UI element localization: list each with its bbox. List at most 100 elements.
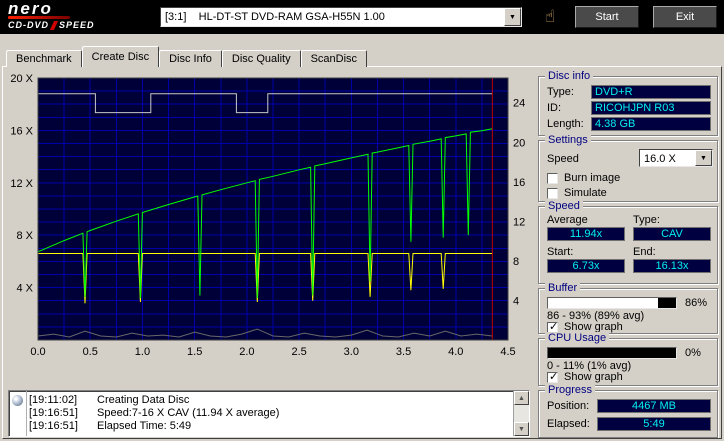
speed-select[interactable]: 16.0 X ▼ <box>639 149 713 167</box>
x-axis-label: 2.5 <box>291 346 306 358</box>
elapsed-value: 5:49 <box>597 417 711 431</box>
logo-cd-dvd-text: CD-DVD <box>8 20 49 30</box>
right-axis-label: 24 <box>513 98 525 110</box>
speed-stats-title: Speed <box>545 200 583 212</box>
burn-image-label: Burn image <box>564 172 621 184</box>
disc-type-label: Type: <box>547 86 574 98</box>
settings-title: Settings <box>545 134 591 146</box>
position-row: Position: 4467 MB <box>547 399 711 413</box>
chevron-down-icon: ▼ <box>700 154 707 162</box>
nero-logo-subtitle: CD-DVD SPEED <box>8 20 95 30</box>
burn-disc-icon <box>12 395 23 406</box>
progress-panel: Progress Position: 4467 MB Elapsed: 5:49 <box>538 384 718 438</box>
end-speed-value: 16.13x <box>633 259 711 273</box>
log-entry-text: Elapsed Time: 5:49 <box>97 420 192 432</box>
burn-image-row: Burn image <box>547 172 620 184</box>
buffer-panel: Buffer 86% 86 - 93% (89% avg) Show graph <box>538 282 718 334</box>
log-lines: [19:11:02] Creating Data Disc [19:16:51]… <box>29 394 512 433</box>
left-axis-label: 8 X <box>16 230 33 242</box>
disc-id-row: ID: RICOHJPN R03 <box>547 101 711 115</box>
disc-id-value: RICOHJPN R03 <box>591 101 711 115</box>
nero-logo-text: nero <box>8 0 53 18</box>
eject-hand-button[interactable]: ☝ <box>536 4 564 30</box>
right-axis-label: 4 <box>513 295 519 307</box>
average-value: 11.94x <box>547 227 625 241</box>
exit-button[interactable]: Exit <box>653 6 717 28</box>
end-speed-label: End: <box>633 246 656 258</box>
right-axis-label: 12 <box>513 216 525 228</box>
right-axis-label: 16 <box>513 177 525 189</box>
buffer-progress-fill <box>548 298 659 308</box>
logo-speed-text: SPEED <box>59 20 95 30</box>
cpu-show-graph-checkbox[interactable] <box>547 370 558 383</box>
title-bar: nero CD-DVD SPEED [3:1] HL-DT-ST DVD-RAM… <box>0 0 724 34</box>
simulate-label: Simulate <box>564 187 607 199</box>
left-axis-label: 12 X <box>10 178 33 190</box>
simulate-row: Simulate <box>547 187 607 199</box>
log-entry: [19:16:51] Elapsed Time: 5:49 <box>29 420 512 433</box>
settings-panel: Settings Speed 16.0 X ▼ Burn image Simul… <box>538 134 718 202</box>
speed-chart: 20 X 16 X 12 X 8 X 4 X 24 20 16 12 8 4 0.0 0.5 1.0 1.5… <box>6 70 530 370</box>
buffer-progress-bar <box>547 297 677 309</box>
log-entry-text: Speed:7-16 X CAV (11.94 X average) <box>97 407 280 419</box>
log-entry-text: Creating Data Disc <box>97 394 190 406</box>
position-label: Position: <box>547 400 590 412</box>
start-speed-label: Start: <box>547 246 574 258</box>
scroll-down-button[interactable]: ▼ <box>514 422 529 436</box>
x-axis-label: 4.0 <box>448 346 463 358</box>
x-axis-label: 1.0 <box>135 346 150 358</box>
nero-cd-dvd-speed-window: nero CD-DVD SPEED [3:1] HL-DT-ST DVD-RAM… <box>0 0 724 441</box>
burn-image-checkbox[interactable] <box>547 172 558 184</box>
type-label: Type: <box>633 214 660 226</box>
event-log: [19:11:02] Creating Data Disc [19:16:51]… <box>8 390 530 437</box>
x-axis-label: 3.5 <box>396 346 411 358</box>
type-value: CAV <box>633 227 711 241</box>
log-entry-time: [19:16:51] <box>29 407 78 419</box>
log-scrollbar[interactable]: ▲ ▼ <box>513 391 529 436</box>
start-speed-value: 6.73x <box>547 259 625 273</box>
log-gutter <box>9 391 27 436</box>
left-axis-label: 16 X <box>10 125 33 137</box>
cpu-percent: 0% <box>685 347 701 359</box>
tab-scandisc[interactable]: ScanDisc <box>300 50 368 67</box>
start-button[interactable]: Start <box>575 6 639 28</box>
cpu-usage-panel: CPU Usage 0% 0 - 11% (1% avg) Show graph <box>538 332 718 386</box>
scroll-up-button[interactable]: ▲ <box>514 391 529 405</box>
right-axis-label: 20 <box>513 137 525 149</box>
disc-type-row: Type: DVD+R <box>547 85 711 99</box>
hand-icon: ☝ <box>544 7 556 26</box>
speed-select-dropdown-button[interactable]: ▼ <box>695 150 712 166</box>
disc-length-value: 4.38 GB <box>591 117 711 131</box>
disc-info-title: Disc info <box>545 70 594 82</box>
left-axis-label: 4 X <box>16 283 33 295</box>
simulate-checkbox[interactable] <box>547 187 558 199</box>
tab-disc-info[interactable]: Disc Info <box>159 50 222 67</box>
x-axis-label: 4.5 <box>500 346 515 358</box>
drive-select-dropdown-button[interactable]: ▼ <box>504 8 521 26</box>
disc-id-label: ID: <box>547 102 562 114</box>
cpu-usage-title: CPU Usage <box>545 332 610 344</box>
right-axis-label: 8 <box>513 256 519 268</box>
buffer-show-graph-checkbox[interactable] <box>547 320 558 333</box>
cpu-progress-bar <box>547 347 677 359</box>
speed-select-label: Speed <box>547 153 579 165</box>
tab-benchmark[interactable]: Benchmark <box>6 50 82 67</box>
x-axis-label: 1.5 <box>187 346 202 358</box>
cpu-show-graph-label: Show graph <box>564 371 623 383</box>
log-entry-time: [19:16:51] <box>29 420 78 432</box>
tab-create-disc[interactable]: Create Disc <box>81 46 160 67</box>
tab-disc-quality[interactable]: Disc Quality <box>221 50 301 67</box>
progress-title: Progress <box>545 384 596 396</box>
speed-stats-panel: Speed Average Type: 11.94x CAV Start: En… <box>538 200 718 284</box>
drive-select[interactable]: [3:1] HL-DT-ST DVD-RAM GSA-H55N 1.00 ▼ <box>160 7 522 27</box>
disc-length-row: Length: 4.38 GB <box>547 117 711 131</box>
log-entry: [19:16:51] Speed:7-16 X CAV (11.94 X ave… <box>29 407 512 420</box>
log-entry-time: [19:11:02] <box>29 394 78 406</box>
log-entry: [19:11:02] Creating Data Disc <box>29 394 512 407</box>
chart-svg: 20 X 16 X 12 X 8 X 4 X 24 20 16 12 8 4 0.0 0.5 1.0 1.5… <box>10 73 525 358</box>
x-axis-label: 2.0 <box>239 346 254 358</box>
lightning-icon <box>49 20 59 30</box>
nero-logo: nero CD-DVD SPEED <box>8 0 95 30</box>
left-axis-label: 20 X <box>10 73 33 85</box>
speed-select-value: 16.0 X <box>644 153 676 165</box>
